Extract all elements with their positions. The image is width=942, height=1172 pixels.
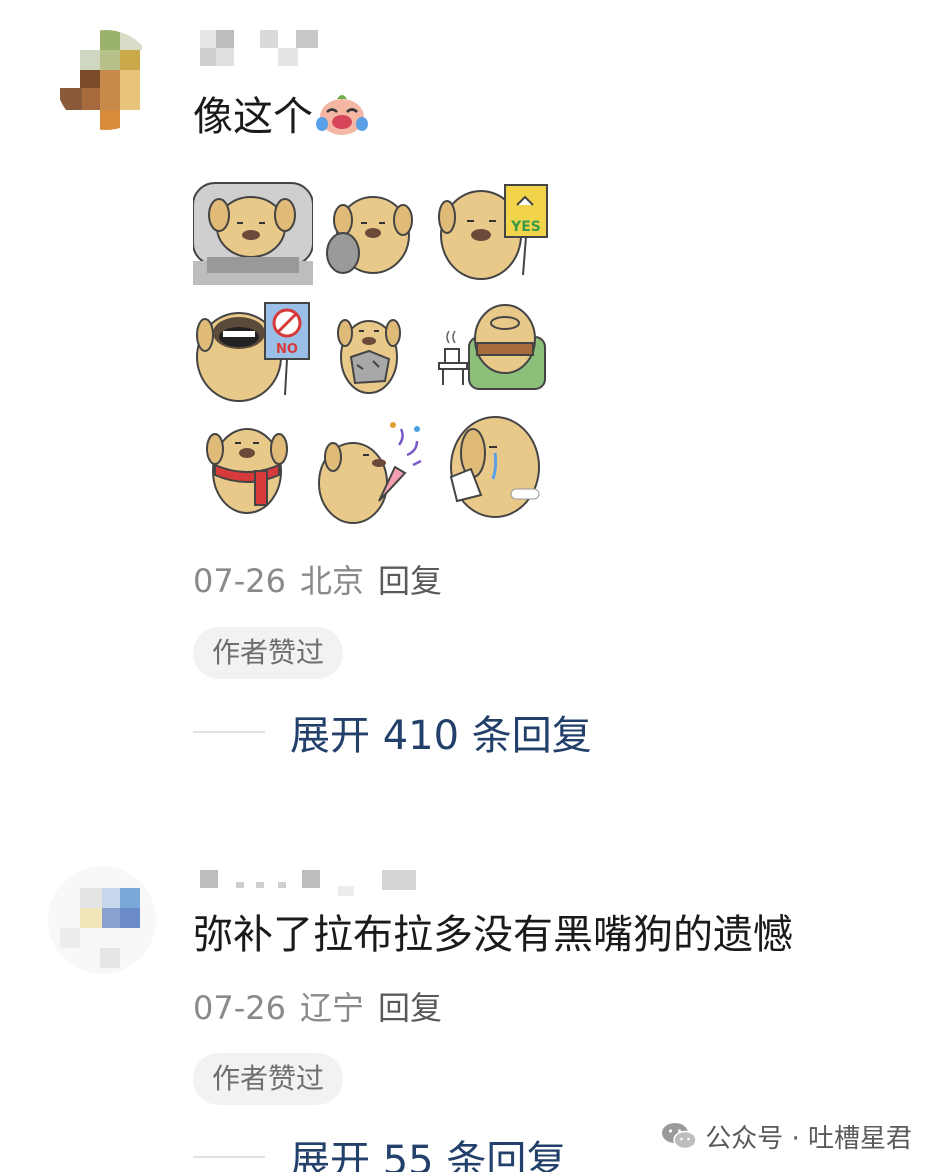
comment-2: 弥补了拉布拉多没有黑嘴狗的遗憾 07-26 辽宁 回复 作者赞过 展开 55 条回复 (0, 0, 942, 1172)
comment-meta: 07-26 辽宁 回复 (193, 983, 456, 1029)
wechat-icon (662, 1123, 697, 1150)
reply-button[interactable]: 回复 (378, 989, 442, 1027)
comment-date: 07-26 (193, 989, 286, 1027)
author-liked-badge: 作者赞过 (193, 1053, 344, 1105)
watermark: 公众号 · 吐槽星君 (661, 1116, 912, 1156)
comment-location: 辽宁 (299, 989, 364, 1027)
divider-line (193, 1156, 265, 1158)
username-redacted[interactable] (196, 870, 426, 906)
expand-replies-label: 展开 55 条回复 (290, 1138, 567, 1172)
watermark-text: 公众号 · 吐槽星君 (705, 1123, 912, 1154)
avatar[interactable] (48, 866, 156, 974)
expand-replies-button[interactable]: 展开 55 条回复 (193, 1130, 566, 1172)
comment-text: 弥补了拉布拉多没有黑嘴狗的遗憾 (193, 912, 793, 958)
